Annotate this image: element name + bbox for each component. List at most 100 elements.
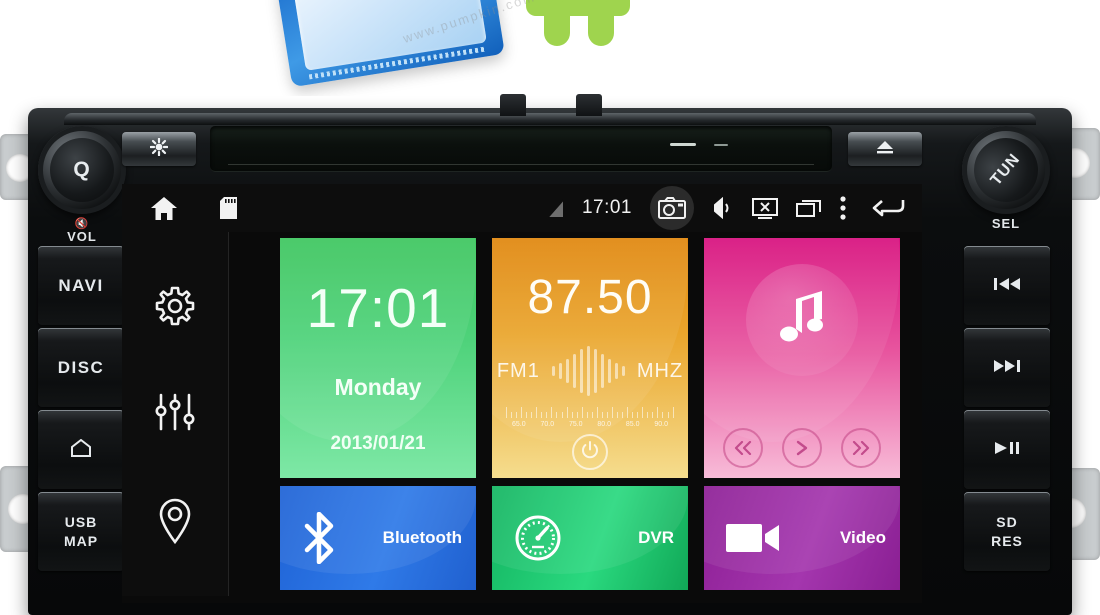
promo-banner: www.pumpkin.com (0, 0, 1100, 96)
volume-label-text: VOL (67, 229, 97, 244)
right-button-column: SD RES (964, 246, 1050, 574)
chassis-lip (64, 113, 1036, 125)
volume-knob-caption: 🔇 VOL (40, 218, 124, 243)
android-status-bar: 17:01 (122, 184, 922, 232)
play-pause-icon (994, 440, 1020, 460)
home-tile-grid: 17:01 Monday 2013/01/21 87.50 FM1 MHZ 65… (234, 238, 916, 590)
volume-power-knob[interactable]: Q (38, 126, 126, 214)
video-label: Video (840, 528, 886, 547)
tile-video[interactable]: Video (704, 486, 900, 590)
radio-scale: 65.0 70.0 75.0 80.0 85.0 90.0 (506, 406, 674, 428)
status-bar-right-group: 17:01 (529, 186, 912, 230)
radio-scale-number: 65.0 (512, 421, 526, 428)
radio-scale-number: 70.0 (540, 421, 555, 428)
volume-icon[interactable] (712, 197, 734, 219)
car-head-unit: Q TUN 🔇 VOL SEL NAVI DISC USB MAP SD RES… (0, 94, 1100, 615)
robot-leg-right (588, 0, 614, 46)
app-rail (122, 232, 228, 596)
mount-tab-right (576, 94, 602, 116)
gear-icon (154, 285, 196, 332)
home-button[interactable] (38, 410, 124, 489)
brightness-button[interactable] (122, 132, 196, 166)
camera-icon[interactable] (650, 186, 694, 230)
sd-label: SD (996, 513, 1018, 530)
previous-track-icon (993, 276, 1021, 296)
power-icon (581, 440, 599, 464)
camcorder-icon (726, 520, 780, 556)
radio-scale-numbers: 65.0 70.0 75.0 80.0 85.0 90.0 (506, 421, 674, 428)
music-previous-button[interactable] (723, 428, 763, 468)
rail-divider (228, 232, 229, 596)
music-play-button[interactable] (782, 428, 822, 468)
robot-body (526, 0, 630, 16)
sidebar-item-settings[interactable] (154, 285, 196, 332)
clock-day: Monday (334, 374, 422, 400)
tile-bluetooth[interactable]: Bluetooth (280, 486, 476, 590)
home-pentagon-icon (70, 438, 92, 461)
radio-scale-number: 80.0 (597, 421, 612, 428)
usb-map-button[interactable]: USB MAP (38, 492, 124, 571)
map-label: MAP (63, 532, 99, 549)
back-arrow-icon[interactable] (872, 196, 906, 220)
bluetooth-icon (302, 512, 336, 564)
touchscreen[interactable]: 17:01 17:01 Monday 2013/01/21 87.50 FM1 … (122, 184, 922, 596)
tile-dvr[interactable]: DVR (492, 486, 688, 590)
radio-band-row: FM1 MHZ (492, 343, 688, 399)
disc-slot[interactable] (210, 126, 832, 172)
radio-scale-ticks (506, 406, 674, 418)
radio-scale-number: 85.0 (625, 421, 640, 428)
volume-knob-label: Q (50, 138, 114, 202)
speedometer-icon (514, 514, 562, 562)
next-track-icon (993, 358, 1021, 378)
play-pause-button[interactable] (964, 410, 1050, 489)
usb-label: USB (64, 513, 98, 530)
brightness-asterisk-icon (149, 137, 169, 161)
music-note-badge (746, 264, 858, 376)
bluetooth-label: Bluetooth (382, 528, 462, 547)
overflow-menu-icon[interactable] (840, 196, 846, 220)
cpu-chip-surface (293, 0, 487, 71)
recent-apps-icon[interactable] (796, 198, 822, 218)
sd-res-button[interactable]: SD RES (964, 492, 1050, 571)
robot-leg-left (544, 0, 570, 46)
location-pin-icon (157, 498, 193, 549)
dvr-label: DVR (638, 528, 674, 547)
radio-band-label: FM1 (496, 359, 540, 382)
select-knob-caption: SEL (991, 216, 1021, 231)
radio-scale-number: 75.0 (568, 421, 583, 428)
radio-waveform-icon (550, 344, 627, 398)
home-icon[interactable] (150, 196, 178, 221)
navi-button[interactable]: NAVI (38, 246, 124, 325)
music-note-icon (776, 287, 828, 354)
eject-button[interactable] (848, 132, 922, 166)
sliders-icon (154, 393, 196, 436)
tile-clock[interactable]: 17:01 Monday 2013/01/21 (280, 238, 476, 478)
status-bar-clock: 17:01 (581, 197, 632, 218)
radio-power-button[interactable] (572, 434, 608, 470)
screen-bezel-bottom (122, 596, 922, 603)
previous-track-button[interactable] (964, 246, 1050, 325)
radio-frequency: 87.50 (527, 271, 653, 324)
eject-icon (876, 140, 894, 159)
sd-card-icon[interactable] (220, 197, 237, 219)
tune-select-knob[interactable]: TUN (960, 124, 1052, 216)
mount-tab-left (500, 94, 526, 116)
music-transport-controls (704, 428, 900, 468)
left-button-column: NAVI DISC USB MAP (38, 246, 124, 574)
android-robot-icon (508, 0, 648, 58)
screen-off-icon[interactable] (752, 197, 778, 219)
sidebar-item-navigation[interactable] (157, 498, 193, 549)
clock-time: 17:01 (306, 277, 450, 339)
next-track-button[interactable] (964, 328, 1050, 407)
disc-slot-row (122, 126, 922, 174)
tile-music[interactable] (704, 238, 900, 478)
clock-date: 2013/01/21 (330, 433, 426, 454)
signal-off-icon (547, 198, 564, 218)
music-next-button[interactable] (841, 428, 881, 468)
disc-button[interactable]: DISC (38, 328, 124, 407)
res-label: RES (991, 532, 1023, 549)
tile-radio[interactable]: 87.50 FM1 MHZ 65.0 70.0 75.0 80.0 85.0 90.0 (492, 238, 688, 478)
sidebar-item-equalizer[interactable] (154, 393, 196, 436)
radio-unit-label: MHZ (636, 359, 684, 382)
radio-scale-number: 90.0 (654, 421, 668, 428)
